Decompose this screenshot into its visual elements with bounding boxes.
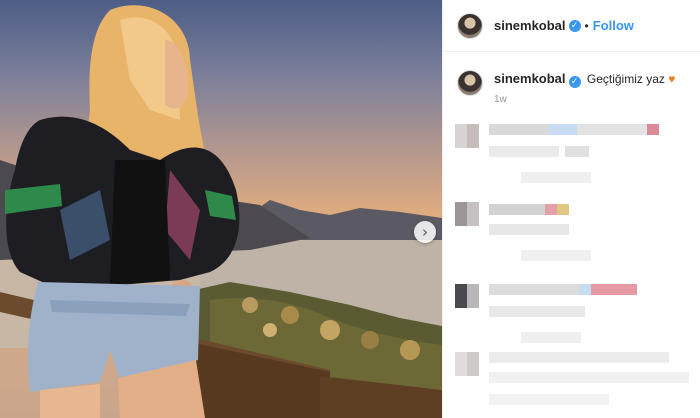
- verified-badge-icon: ✓: [568, 19, 581, 32]
- avatar[interactable]: [457, 12, 483, 39]
- follow-button[interactable]: Follow: [593, 18, 634, 33]
- blurred-avatar: [455, 202, 479, 226]
- post-photo[interactable]: ›: [0, 0, 442, 418]
- separator-dot: •: [584, 18, 589, 33]
- heart-emoji-icon: ♥: [668, 72, 676, 86]
- caption-username[interactable]: sinemkobal: [494, 71, 566, 86]
- caption-body: Geçtiğimiz yaz: [586, 72, 665, 86]
- caption-verified-badge-icon: ✓: [568, 76, 581, 88]
- pixelated-comment-4: [453, 350, 693, 410]
- blurred-avatar: [455, 352, 479, 376]
- pixelated-comment-3: [453, 280, 693, 343]
- post-side-panel: sinemkobal ✓ • Follow sinemkobal ✓ Geçtiğ…: [442, 0, 700, 418]
- caption-text: sinemkobal ✓ Geçtiğimiz yaz ♥: [494, 70, 675, 88]
- post-header: sinemkobal ✓ • Follow: [443, 0, 700, 52]
- caption-avatar[interactable]: [457, 70, 483, 96]
- next-photo-arrow-icon[interactable]: ›: [414, 221, 436, 243]
- caption-row: sinemkobal ✓ Geçtiğimiz yaz ♥ 1w: [443, 52, 700, 105]
- post-time[interactable]: 1w: [494, 94, 675, 105]
- photo-scene: [0, 5, 442, 418]
- header-username[interactable]: sinemkobal: [494, 18, 566, 33]
- pixelated-comment-2: [453, 198, 693, 261]
- blurred-avatar: [455, 124, 479, 148]
- pixelated-comment-1: [453, 120, 693, 183]
- blurred-avatar: [455, 284, 479, 308]
